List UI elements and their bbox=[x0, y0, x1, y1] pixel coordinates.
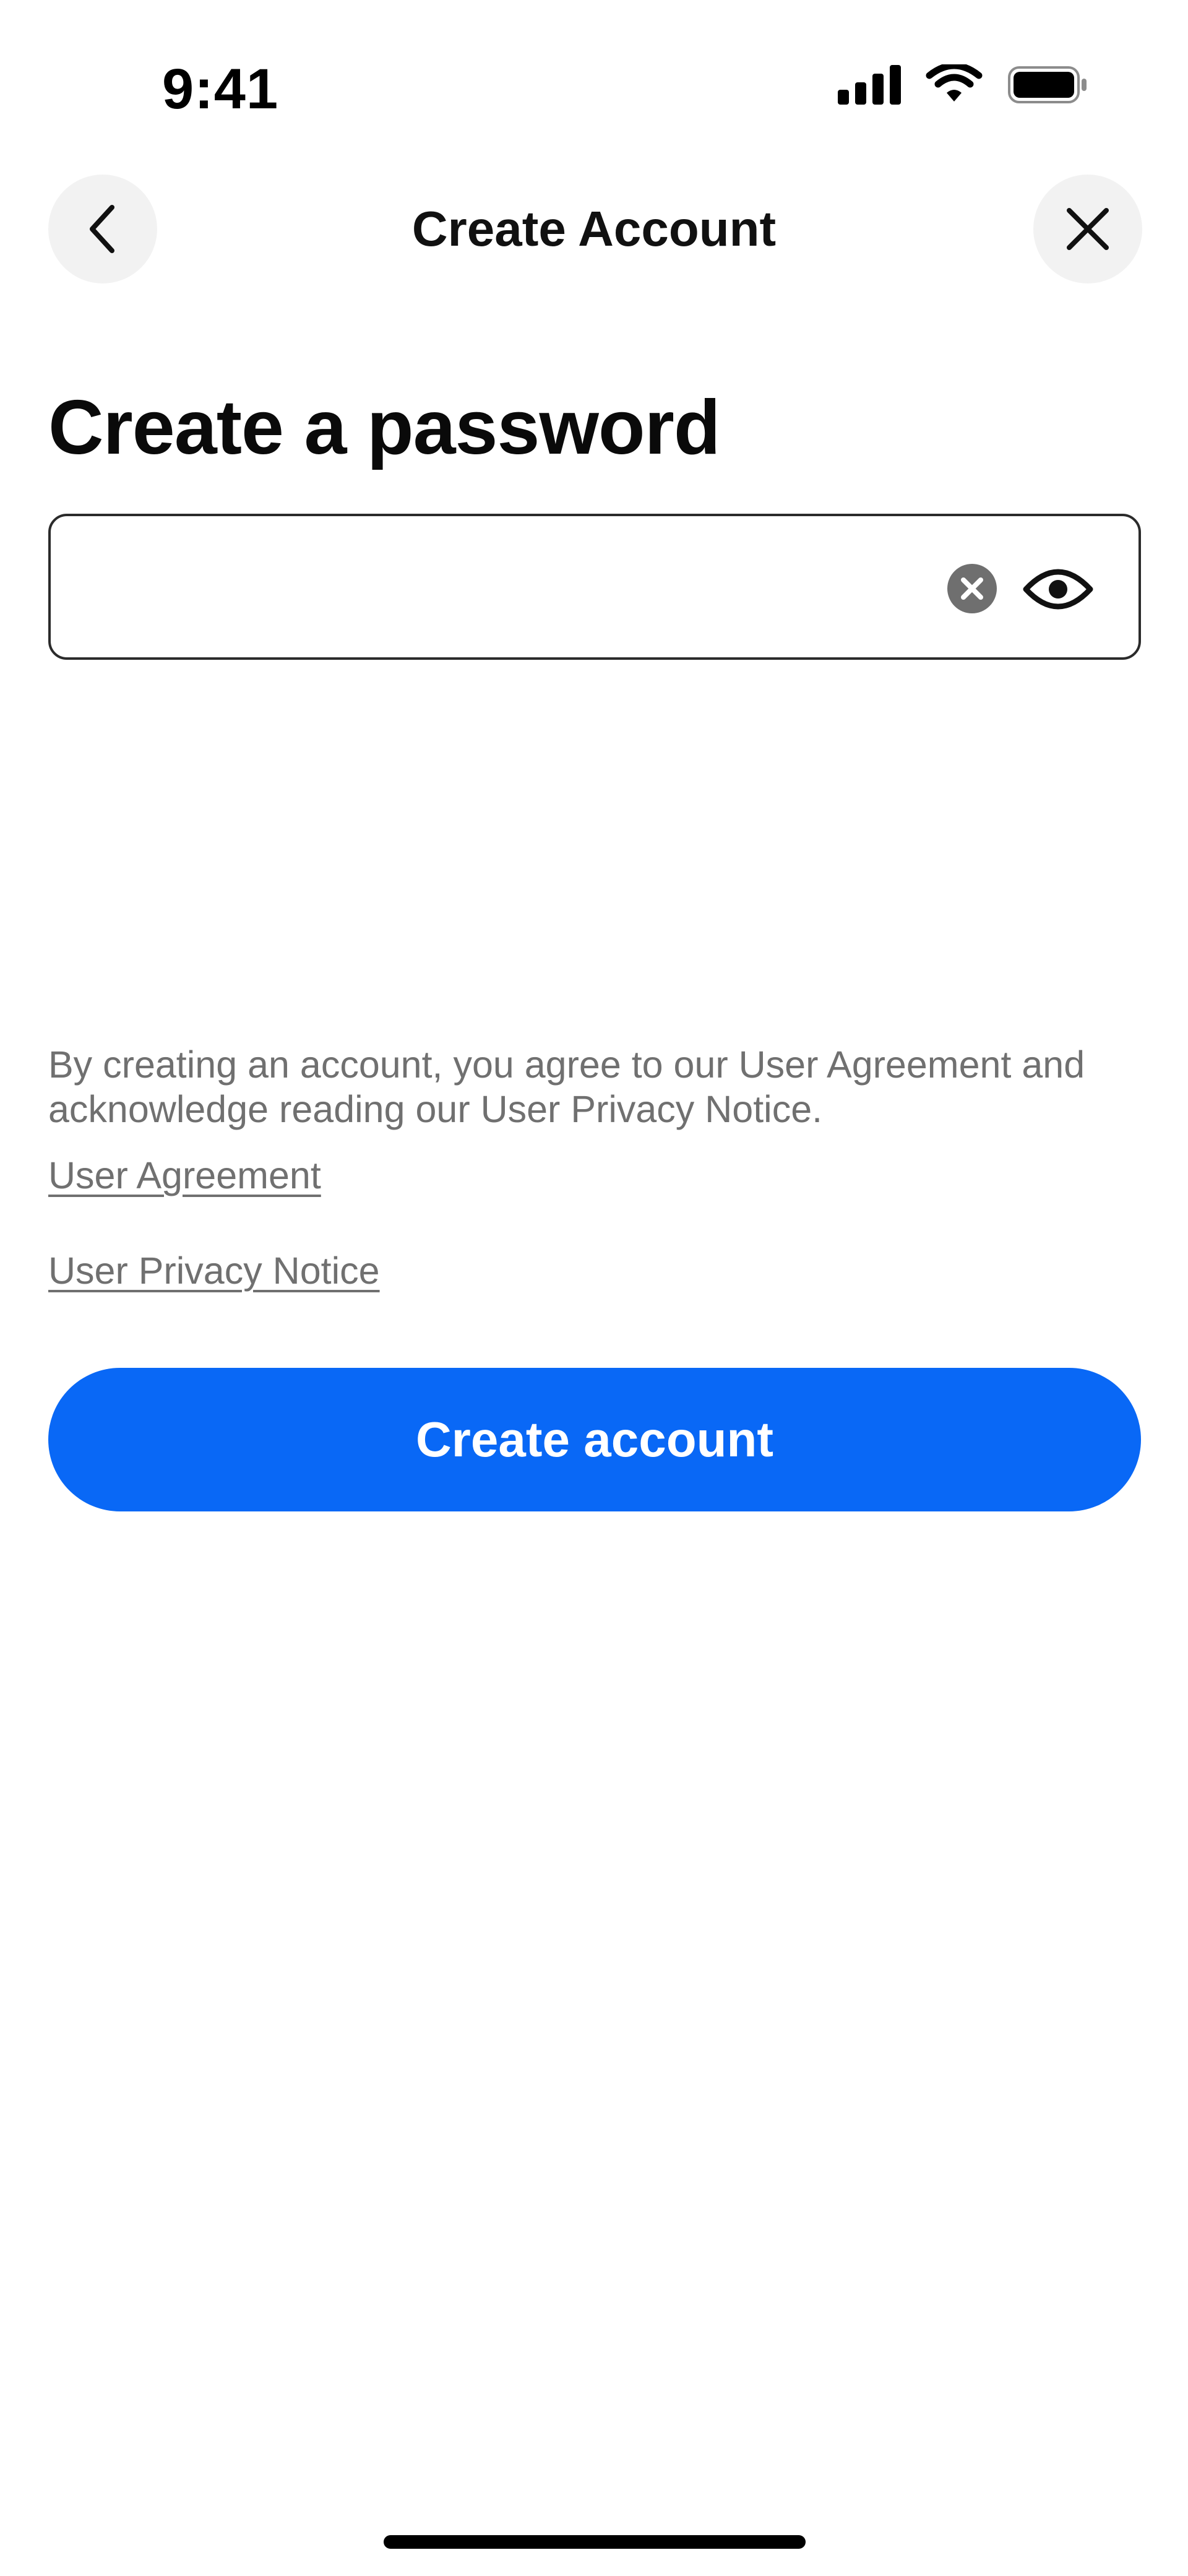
nav-title: Create Account bbox=[411, 201, 777, 256]
page-title: Create a password bbox=[48, 385, 721, 470]
battery-icon bbox=[1008, 66, 1087, 103]
close-button[interactable] bbox=[1033, 175, 1142, 283]
user-privacy-notice-link[interactable]: User Privacy Notice bbox=[48, 1249, 380, 1292]
user-agreement-link[interactable]: User Agreement bbox=[48, 1154, 321, 1197]
wifi-icon bbox=[926, 64, 983, 102]
status-icons bbox=[838, 64, 1089, 105]
legal-disclaimer: By creating an account, you agree to our… bbox=[48, 1044, 1085, 1130]
clear-circle-icon[interactable] bbox=[947, 563, 997, 614]
cellular-signal-icon bbox=[838, 65, 901, 105]
status-time: 9:41 bbox=[162, 58, 279, 121]
password-field[interactable] bbox=[48, 514, 1141, 660]
create-account-button[interactable]: Create account bbox=[48, 1368, 1141, 1511]
password-input[interactable] bbox=[75, 516, 944, 659]
status-bar: 9:41 bbox=[0, 0, 1188, 161]
close-icon bbox=[1067, 208, 1109, 250]
eye-icon[interactable] bbox=[1022, 560, 1094, 619]
home-indicator[interactable] bbox=[384, 2535, 806, 2549]
nav-bar: Create Account bbox=[0, 173, 1188, 285]
